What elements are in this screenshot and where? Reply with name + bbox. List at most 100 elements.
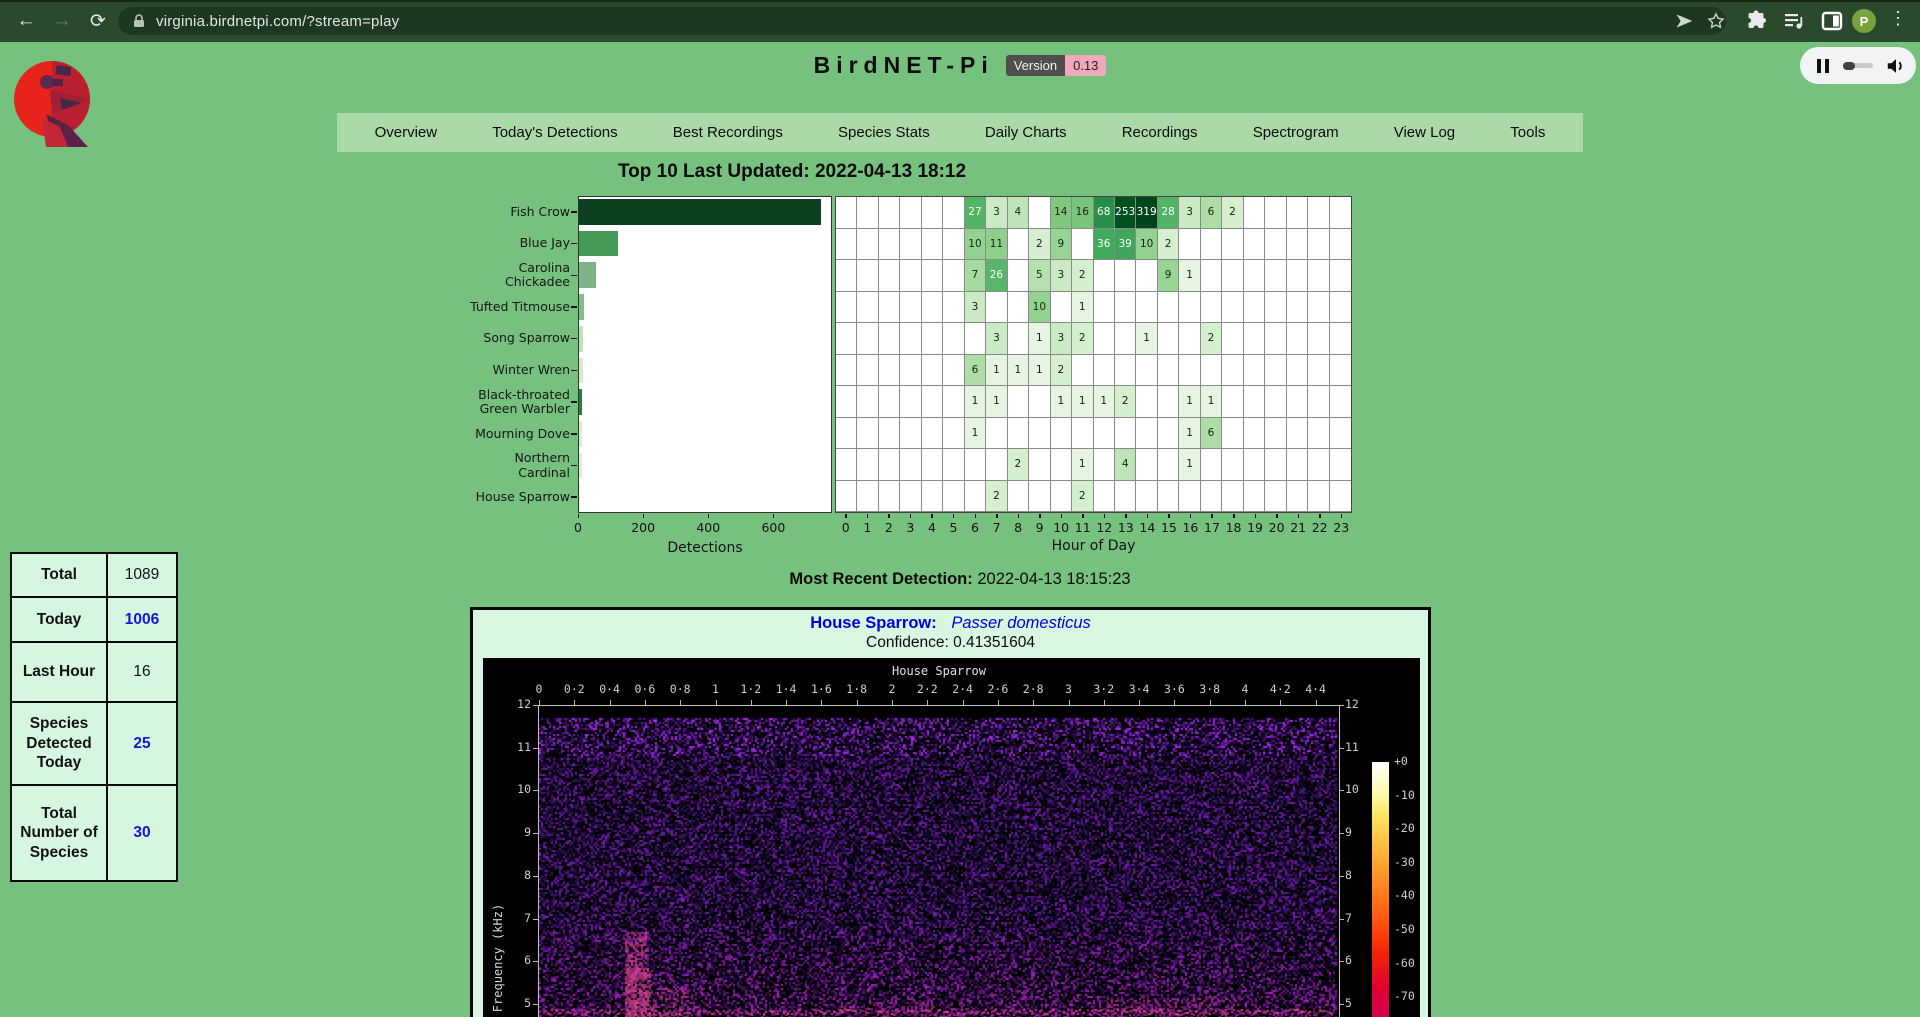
- stat-value-link[interactable]: 30: [133, 824, 150, 841]
- heatmap-cell: 2: [1072, 260, 1093, 292]
- stat-label: Last Hour: [11, 642, 107, 702]
- address-bar[interactable]: virginia.birdnetpi.com/?stream=play: [118, 7, 1726, 35]
- nav-item-overview[interactable]: Overview: [375, 124, 438, 141]
- heatmap-cell: 3: [965, 292, 986, 324]
- heatmap-cell: [857, 229, 878, 261]
- heatmap-cell: [900, 323, 921, 355]
- heatmap-cell: 10: [1029, 292, 1050, 324]
- heatmap-cell: [1287, 197, 1308, 229]
- heatmap-cell: [879, 197, 900, 229]
- spec-ytick-label: 8: [497, 868, 531, 882]
- send-icon[interactable]: [1674, 11, 1694, 31]
- colorbar-label: -70: [1394, 989, 1415, 1003]
- spec-xtick: [998, 700, 999, 705]
- hour-axis-tick: [1319, 514, 1321, 518]
- heatmap-cell: [857, 418, 878, 450]
- spec-xtick: [821, 700, 822, 705]
- reload-icon[interactable]: ⟳: [84, 7, 112, 35]
- heatmap-cell: [1136, 386, 1157, 418]
- heatmap-cell: [836, 449, 857, 481]
- nav-item-spectrogram[interactable]: Spectrogram: [1253, 124, 1339, 141]
- species-scientific-name-link[interactable]: Passer domesticus: [951, 614, 1090, 632]
- heatmap-cell: [943, 481, 964, 513]
- bar: [579, 262, 596, 288]
- profile-avatar[interactable]: P: [1852, 9, 1876, 33]
- heatmap-cell: 2: [1072, 481, 1093, 513]
- nav-item-recordings[interactable]: Recordings: [1122, 124, 1198, 141]
- heatmap-cell: [1008, 323, 1029, 355]
- spec-ytick-label: 12: [497, 697, 531, 711]
- colorbar-label: -30: [1394, 855, 1415, 869]
- colorbar-label: +0: [1394, 754, 1408, 768]
- stat-value-link[interactable]: 25: [133, 735, 150, 752]
- colorbar: [1372, 762, 1389, 1017]
- heatmap-cell: 253: [1115, 197, 1136, 229]
- stat-value-link[interactable]: 1006: [125, 611, 159, 628]
- heatmap-cell: 1: [986, 386, 1007, 418]
- spectrogram: House Sparrow Frequency (kHz) 00·20·40·6…: [483, 658, 1420, 1017]
- hour-axis-tick: [1190, 514, 1192, 518]
- back-icon[interactable]: ←: [12, 7, 40, 35]
- nav-item-tools[interactable]: Tools: [1510, 124, 1545, 141]
- heatmap-cell: [857, 449, 878, 481]
- spec-ytick-label: 9: [497, 825, 531, 839]
- spec-ytick: [533, 1004, 538, 1005]
- bar: [579, 453, 582, 479]
- heatmap-cell: [1265, 323, 1286, 355]
- screen: ← → ⟳ virginia.birdnetpi.com/?stream=pla…: [0, 0, 1920, 1017]
- spec-xtick-label: 1·2: [731, 682, 771, 696]
- spec-xtick: [751, 700, 752, 705]
- heatmap-cell: [965, 449, 986, 481]
- heatmap-cell: [1308, 481, 1329, 513]
- heatmap-cell: [1330, 418, 1351, 450]
- heatmap-cell: 11: [986, 229, 1007, 261]
- bar-axis-tick-label: 0: [558, 520, 598, 535]
- hour-axis-tick: [1082, 514, 1084, 518]
- bar-axis-tick: [643, 514, 645, 518]
- heatmap-cell: 14: [1051, 197, 1072, 229]
- hour-axis-tick-label: 23: [1321, 520, 1361, 535]
- heatmap-cell: [1330, 355, 1351, 387]
- heatmap-cell: [1265, 197, 1286, 229]
- nav-item-today-s-detections[interactable]: Today's Detections: [492, 124, 617, 141]
- forward-icon[interactable]: →: [48, 7, 76, 35]
- heatmap-cell: [900, 481, 921, 513]
- heatmap-cell: [1265, 418, 1286, 450]
- side-panel-icon[interactable]: [1820, 9, 1844, 33]
- menu-icon[interactable]: ⋮: [1888, 8, 1908, 29]
- heatmap-cell: [1244, 197, 1265, 229]
- bar: [579, 294, 584, 320]
- heatmap-cell: [836, 260, 857, 292]
- bar-axis-tick: [708, 514, 710, 518]
- bookmark-star-icon[interactable]: [1706, 11, 1726, 31]
- species-common-name-link[interactable]: House Sparrow:: [810, 614, 937, 632]
- spec-xtick: [1280, 700, 1281, 705]
- heatmap-cell: [1179, 355, 1200, 387]
- spec-ytick-label: 11: [497, 740, 531, 754]
- heatmap-cell: [1287, 449, 1308, 481]
- heatmap-cell: [922, 449, 943, 481]
- nav-item-species-stats[interactable]: Species Stats: [838, 124, 930, 141]
- heatmap-cell: 27: [965, 197, 986, 229]
- heatmap-cell: [1222, 449, 1243, 481]
- heatmap-cell: [1330, 292, 1351, 324]
- heatmap-cell: [1308, 229, 1329, 261]
- heatmap-cell: 1: [1072, 449, 1093, 481]
- hour-axis-tick: [1211, 514, 1213, 518]
- nav-item-view-log[interactable]: View Log: [1394, 124, 1455, 141]
- media-controls-icon[interactable]: [1782, 9, 1806, 33]
- heatmap-cell: [1072, 355, 1093, 387]
- heatmap-cell: [922, 197, 943, 229]
- heatmap-cell: [879, 355, 900, 387]
- species-label: NorthernCardinal: [420, 450, 570, 482]
- spec-ytick-label: 6: [497, 953, 531, 967]
- nav-item-best-recordings[interactable]: Best Recordings: [673, 124, 783, 141]
- stat-cell: 30: [107, 785, 177, 881]
- heatmap-cell: [1308, 197, 1329, 229]
- extensions-icon[interactable]: [1744, 9, 1768, 33]
- heatmap-cell: 1: [1029, 323, 1050, 355]
- nav-item-daily-charts[interactable]: Daily Charts: [985, 124, 1067, 141]
- heatmap-cell: [1094, 260, 1115, 292]
- spec-xtick-label: 1·8: [837, 682, 877, 696]
- heatmap-cell: [900, 292, 921, 324]
